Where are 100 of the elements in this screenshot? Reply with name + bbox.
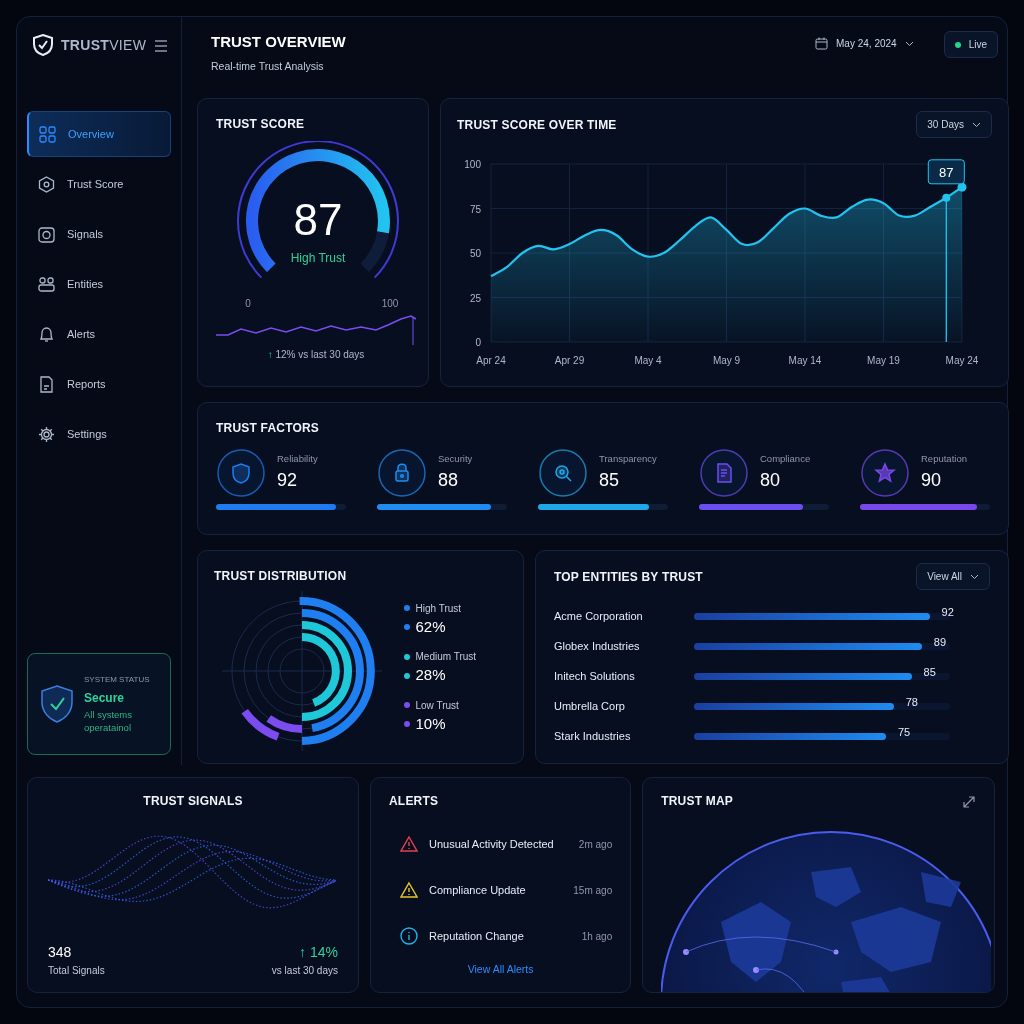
axis-label: 50 (469, 248, 481, 259)
card-title: TRUST DISTRIBUTION (214, 568, 348, 585)
legend-dot (404, 624, 410, 630)
card-title: ALERTS (389, 793, 440, 810)
factor-name: Compliance (760, 452, 811, 467)
entity-name: Acme Corporation (554, 608, 644, 624)
entity-score: 89 (933, 636, 947, 648)
grid-icon (39, 125, 56, 143)
factor-value: 92 (277, 468, 299, 492)
calendar-icon (815, 37, 829, 50)
shield-logo-icon (33, 34, 53, 56)
sidebar-item[interactable]: Overview (27, 111, 171, 157)
entity-score: 75 (898, 726, 911, 738)
entity-score: 85 (923, 666, 936, 678)
factor-name: Reliability (277, 452, 318, 467)
status-value: Secure (84, 689, 126, 707)
caret-icon (972, 121, 981, 128)
card-title: TRUST FACTORS (216, 420, 321, 437)
axis-label: 100 (464, 159, 481, 170)
alert-time: 1h ago (581, 929, 613, 944)
factor-value: 90 (921, 468, 943, 492)
sidebar-item[interactable]: Signals (27, 211, 171, 257)
factor-name: Transparency (599, 452, 657, 467)
legend-label: High Trust (415, 601, 462, 616)
annotation: 87 (939, 164, 954, 180)
lock-icon (377, 448, 427, 498)
entity-name: Stark Industries (554, 728, 632, 744)
sidebar-item[interactable]: Trust Score (27, 161, 171, 207)
settings-icon (38, 425, 55, 443)
legend-value: 10% (415, 713, 446, 734)
data-point (942, 193, 951, 202)
alert-text: Compliance Update (429, 882, 526, 898)
change-text: 12% vs last 30 days (274, 349, 365, 360)
document-icon (699, 448, 749, 498)
gauge-max-label: 100 (381, 298, 399, 309)
alert-text: Unusual Activity Detected (429, 836, 554, 852)
live-badge: Live (943, 31, 998, 58)
range-dropdown[interactable]: 30 Days (916, 111, 992, 138)
axis-label: May 9 (712, 355, 741, 366)
axis-label: 0 (475, 337, 481, 348)
alert-text: Reputation Change (429, 928, 524, 944)
trend-arrow: ↑ (267, 349, 273, 360)
score-value: 87 (293, 195, 343, 244)
signal-change: ↑ 14% (298, 943, 338, 962)
axis-label: May 14 (788, 355, 822, 366)
info-icon (400, 927, 418, 945)
axis-label: Apr 29 (554, 355, 585, 366)
status-label: SYSTEM STATUS (84, 673, 151, 686)
group-icon (38, 275, 55, 293)
entity-name: Initech Solutions (554, 668, 636, 684)
warning-icon (400, 835, 418, 853)
legend-dot (404, 721, 410, 727)
shield-icon (216, 448, 266, 498)
card-title: TRUST SCORE OVER TIME (457, 116, 617, 134)
status-dot-icon (954, 41, 961, 48)
shield-check-icon (40, 684, 74, 724)
data-point (957, 182, 967, 192)
axis-label: May 19 (867, 355, 900, 366)
card-title: TRUST SCORE (216, 116, 306, 133)
hexagon-icon (38, 175, 55, 193)
gauge-icon (38, 225, 55, 243)
bell-icon (38, 325, 55, 343)
value-tooltip: 87 (927, 159, 965, 185)
legend-dot (404, 672, 410, 679)
legend-value: 28% (415, 665, 446, 686)
axis-label: 75 (469, 203, 481, 215)
alert-time: 2m ago (578, 837, 613, 852)
legend-value: 62% (415, 616, 446, 637)
card-title: TRUST MAP (661, 793, 733, 810)
page-title: TRUST OVERVIEW (211, 32, 346, 52)
signal-count-label: Total Signals (48, 964, 105, 978)
alert-time: 15m ago (573, 883, 613, 898)
sidebar-item[interactable]: Reports (27, 361, 171, 407)
signal-change-label: vs last 30 days (271, 964, 338, 978)
entity-name: Umbrella Corp (554, 698, 626, 714)
document-icon (38, 375, 55, 393)
axis-label: May 24 (945, 355, 979, 366)
view-all-dropdown[interactable]: View All (916, 563, 990, 590)
entity-name: Globex Industries (554, 638, 641, 654)
date-picker[interactable]: May 24, 2024 (805, 31, 924, 56)
magnifier-icon (538, 448, 588, 498)
card-title: TOP ENTITIES BY TRUST (554, 568, 703, 586)
sidebar-item[interactable]: Entities (27, 261, 171, 307)
page-subtitle: Real-time Trust Analysis (211, 59, 325, 74)
status-message: All systems operatainol (84, 709, 134, 735)
factor-name: Security (438, 452, 473, 467)
score-rating: High Trust (290, 251, 346, 265)
view-all-alerts-link[interactable]: View All Alerts (389, 962, 613, 978)
signal-count: 348 (48, 943, 73, 962)
sidebar-item[interactable]: Settings (27, 411, 171, 457)
entity-score: 78 (905, 696, 918, 708)
entity-score: 92 (941, 606, 954, 618)
sidebar-item[interactable]: Alerts (27, 311, 171, 357)
warning-icon (400, 881, 418, 899)
axis-label: May 4 (634, 355, 662, 366)
legend-label: Low Trust (415, 698, 459, 713)
axis-label: Apr 24 (476, 355, 506, 366)
factor-value: 88 (438, 468, 460, 492)
axis-label: 25 (469, 292, 481, 304)
caret-icon (904, 40, 914, 47)
